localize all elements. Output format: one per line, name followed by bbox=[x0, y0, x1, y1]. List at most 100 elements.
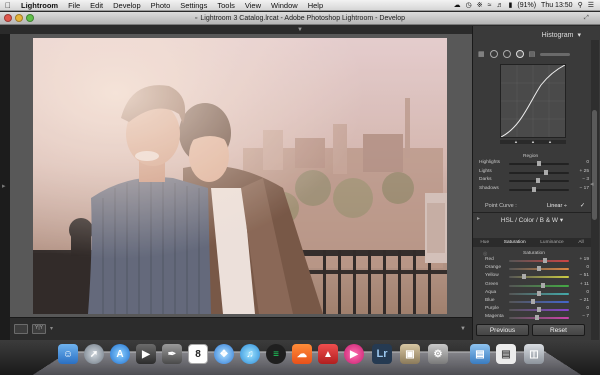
close-window-button[interactable] bbox=[4, 14, 12, 22]
pdf-reader-icon[interactable]: ▲ bbox=[318, 344, 338, 364]
hsl-slider-value[interactable]: 0 bbox=[571, 265, 589, 270]
hsl-slider-value[interactable]: 0 bbox=[571, 290, 589, 295]
hsl-slider-value[interactable]: 0 bbox=[571, 306, 589, 311]
tone-slider-track[interactable] bbox=[509, 188, 569, 191]
menu-photo[interactable]: Photo bbox=[146, 1, 176, 10]
menu-window[interactable]: Window bbox=[266, 1, 303, 10]
tone-slider-value[interactable]: + 25 bbox=[571, 169, 589, 174]
previous-button[interactable]: Previous bbox=[476, 324, 529, 336]
spot-removal-icon[interactable] bbox=[502, 50, 511, 58]
tone-slider-thumb[interactable] bbox=[537, 161, 541, 166]
menu-edit[interactable]: Edit bbox=[85, 1, 108, 10]
tab-luminance[interactable]: Luminance bbox=[540, 240, 563, 245]
tone-slider-thumb[interactable] bbox=[532, 186, 537, 192]
hsl-header[interactable]: HSL / Color / B & W ▾ bbox=[473, 212, 591, 226]
redeye-icon[interactable] bbox=[515, 50, 524, 58]
fullscreen-icon[interactable]: ⤢ bbox=[584, 15, 594, 21]
left-panel-collapsed[interactable]: ▸ bbox=[0, 34, 10, 340]
system-preferences-icon[interactable]: ⚙ bbox=[428, 344, 448, 364]
launchpad-icon[interactable]: ➚ bbox=[84, 344, 104, 364]
hsl-slider-thumb[interactable] bbox=[543, 258, 547, 263]
soundcloud-icon[interactable]: ☁ bbox=[292, 344, 312, 364]
trash-icon[interactable]: ◫ bbox=[524, 344, 544, 364]
toolbar-options-icon[interactable]: ▼ bbox=[460, 326, 466, 332]
zoom-window-button[interactable] bbox=[26, 14, 34, 22]
menu-settings[interactable]: Settings bbox=[175, 1, 212, 10]
safari-icon[interactable]: ❖ bbox=[214, 344, 234, 364]
tone-slider-value[interactable]: − 3 bbox=[571, 177, 589, 182]
image-canvas[interactable] bbox=[10, 34, 472, 317]
tab-hue[interactable]: Hue bbox=[480, 240, 489, 245]
view-options-chevron-icon[interactable]: ▾ bbox=[50, 325, 53, 332]
document-stack-icon[interactable]: ▤ bbox=[496, 344, 516, 364]
menu-tools[interactable]: Tools bbox=[212, 1, 240, 10]
scrollbar-thumb[interactable] bbox=[592, 110, 597, 220]
menu-lightroom[interactable]: Lightroom bbox=[16, 1, 63, 10]
hsl-slider-value[interactable]: − 21 bbox=[571, 298, 589, 303]
hsl-slider-track[interactable] bbox=[509, 317, 569, 320]
histogram-header[interactable]: Histogram ▾ bbox=[473, 28, 591, 42]
app-store-icon[interactable]: A bbox=[110, 344, 130, 364]
lightroom-icon[interactable]: Lr bbox=[372, 344, 392, 364]
volume-icon[interactable]: ♬ bbox=[497, 2, 504, 9]
hsl-slider-track[interactable] bbox=[509, 260, 569, 262]
hsl-slider-value[interactable]: − 51 bbox=[571, 273, 589, 278]
tone-slider-value[interactable]: 0 bbox=[571, 160, 589, 165]
itunes-icon[interactable]: ♫ bbox=[240, 344, 260, 364]
tab-saturation[interactable]: Saturation bbox=[504, 240, 526, 245]
media-player-icon[interactable]: ▶ bbox=[344, 344, 364, 364]
calendar-icon[interactable]: 8 bbox=[188, 344, 208, 364]
tone-slider-track[interactable] bbox=[509, 171, 569, 174]
cloud-icon[interactable]: ☁ bbox=[454, 1, 461, 9]
menu-view[interactable]: View bbox=[240, 1, 266, 10]
tone-slider-thumb[interactable] bbox=[544, 169, 549, 175]
hsl-slider-thumb[interactable] bbox=[537, 266, 541, 272]
before-after-button[interactable]: Y|Y bbox=[32, 324, 46, 334]
adjustment-brush-icon[interactable] bbox=[540, 52, 571, 56]
photo-preview[interactable] bbox=[33, 38, 447, 314]
graduated-filter-icon[interactable]: ▤ bbox=[529, 50, 536, 58]
clock-status-icon[interactable]: ◷ bbox=[466, 1, 472, 9]
hsl-slider-value[interactable]: + 19 bbox=[571, 257, 589, 262]
hsl-slider-track[interactable] bbox=[509, 301, 569, 303]
tab-all[interactable]: All bbox=[578, 240, 583, 245]
hsl-slider-track[interactable] bbox=[509, 276, 569, 279]
spotify-icon[interactable]: ≡ bbox=[266, 344, 286, 364]
menu-help[interactable]: Help bbox=[303, 1, 328, 10]
minimize-window-button[interactable] bbox=[15, 14, 23, 22]
battery-icon[interactable]: ▮ bbox=[509, 1, 513, 9]
apple-menu-icon[interactable]:  bbox=[0, 1, 16, 10]
panel-toggle-icon[interactable]: ▸ bbox=[477, 215, 480, 222]
hsl-slider-thumb[interactable] bbox=[537, 307, 541, 313]
hsl-slider-thumb[interactable] bbox=[522, 274, 526, 280]
facetime-icon[interactable]: ▶ bbox=[136, 344, 156, 364]
hsl-slider-thumb[interactable] bbox=[531, 299, 535, 304]
menu-clock[interactable]: Thu 13:50 bbox=[541, 2, 573, 9]
finder-icon[interactable]: ☺ bbox=[58, 344, 78, 364]
tone-slider-thumb[interactable] bbox=[535, 178, 540, 183]
panel-scrollbar[interactable] bbox=[591, 40, 599, 340]
pen-tool-icon[interactable]: ✒ bbox=[162, 344, 182, 364]
hsl-slider-thumb[interactable] bbox=[537, 290, 541, 296]
tone-curve-graph[interactable] bbox=[500, 64, 566, 138]
hsl-slider-value[interactable]: − 7 bbox=[571, 314, 589, 319]
notification-center-icon[interactable]: ☰ bbox=[588, 1, 594, 9]
curve-split-handles[interactable]: ▲ ▲ ▲ bbox=[500, 139, 566, 144]
point-curve-select[interactable]: Linear ÷ bbox=[547, 203, 567, 209]
photo-app-icon[interactable]: ▣ bbox=[400, 344, 420, 364]
reset-button[interactable]: Reset bbox=[532, 324, 585, 336]
hsl-slider-value[interactable]: + 11 bbox=[571, 282, 589, 287]
hsl-slider-thumb[interactable] bbox=[534, 315, 539, 321]
bluetooth-icon[interactable]: ※ bbox=[477, 1, 483, 9]
crop-overlay-icon[interactable] bbox=[489, 50, 498, 58]
triangle-left-icon[interactable]: ◂ bbox=[590, 180, 594, 188]
folder-icon[interactable]: ▤ bbox=[470, 344, 490, 364]
target-adjustment-icon[interactable]: ✓ bbox=[580, 202, 585, 209]
loupe-view-button[interactable] bbox=[14, 324, 28, 334]
wifi-icon[interactable]: ≈ bbox=[488, 2, 492, 9]
hsl-slider-track[interactable] bbox=[509, 284, 569, 287]
grid-icon[interactable]: ▦ bbox=[478, 50, 485, 58]
spotlight-icon[interactable]: ⚲ bbox=[578, 1, 583, 9]
hsl-slider-thumb[interactable] bbox=[540, 282, 545, 288]
tone-slider-value[interactable]: − 17 bbox=[571, 186, 589, 191]
